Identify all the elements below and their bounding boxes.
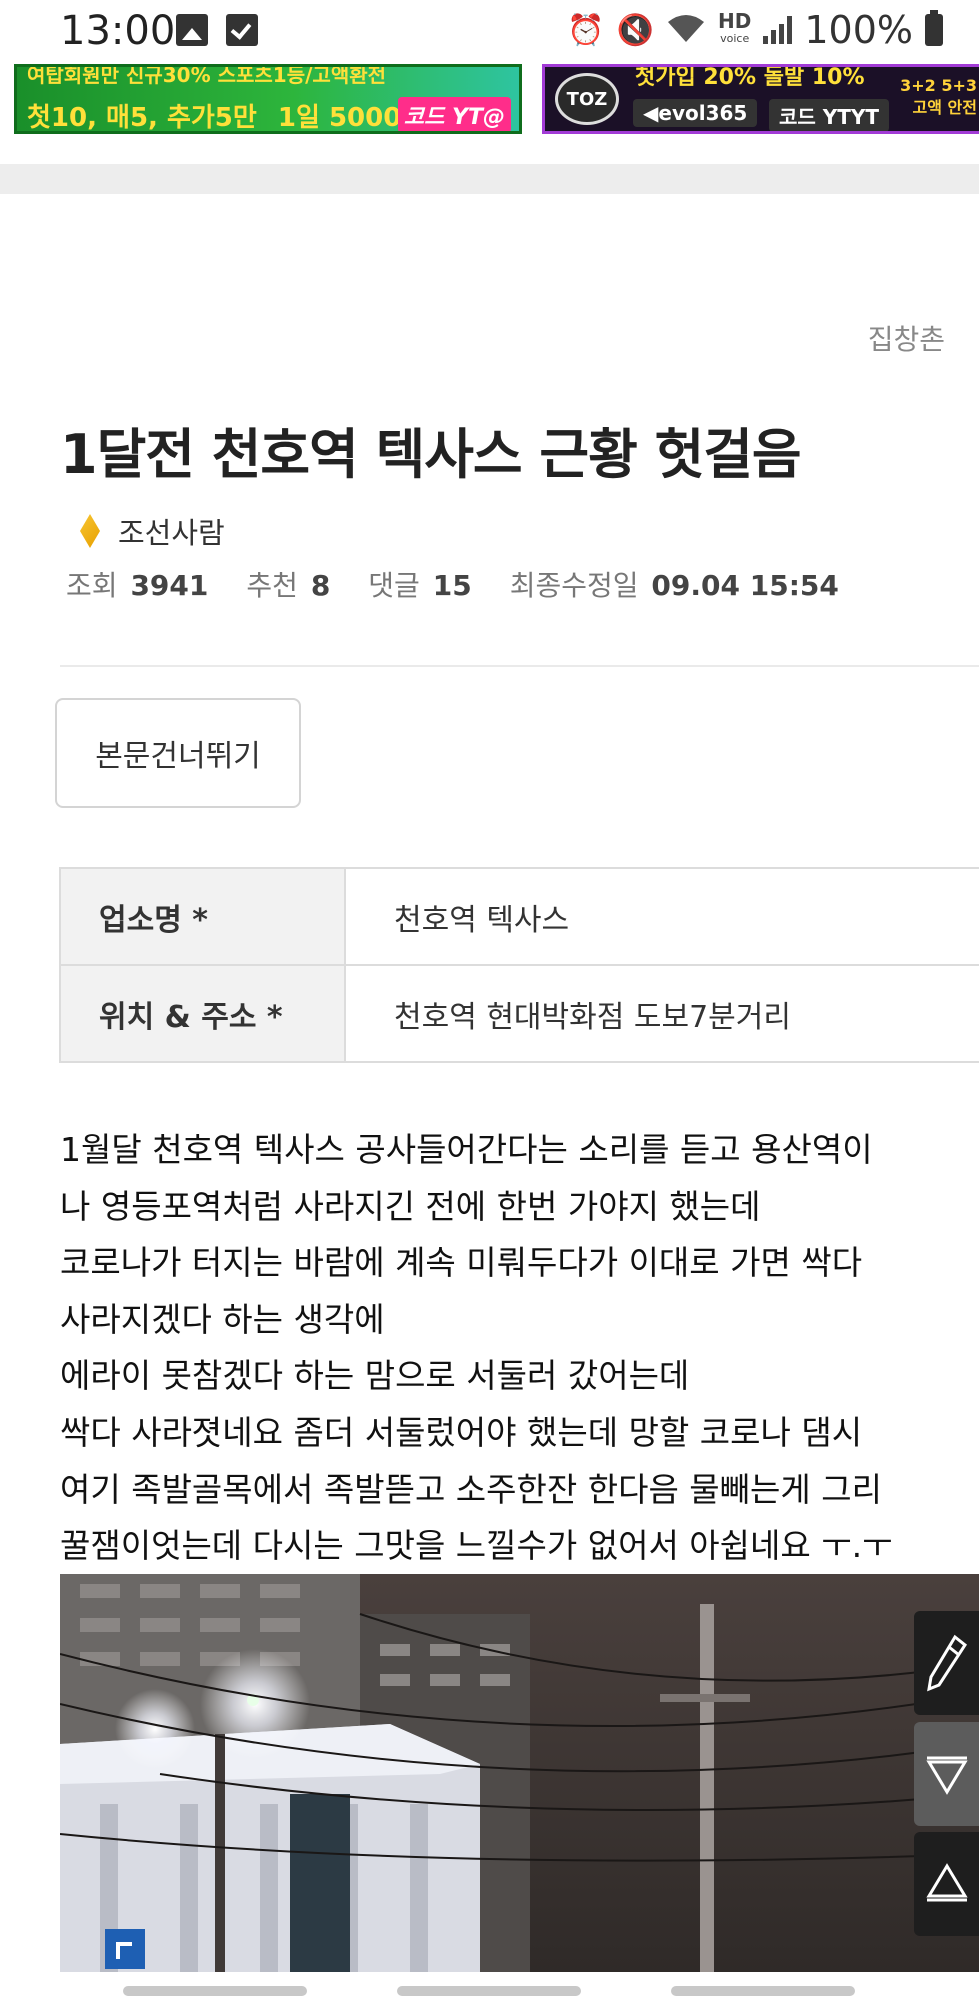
modified-label: 최종수정일 [509,569,639,602]
ad-banner-2-chip-b: 코드 YTYT [769,99,890,131]
ad-banner-2-side: 3+2 5+3 고액 안전 [900,75,977,119]
location-label: 위치 & 주소 * [59,964,346,1063]
alarm-icon: ⏰ [567,12,605,48]
recommend-label: 추천 [246,569,298,602]
post-meta: 조회 3941 추천 8 댓글 15 최종수정일 09.04 15:54 [66,564,839,604]
toz-logo: TOZ [555,73,619,125]
comments-label: 댓글 [368,569,420,602]
views-label: 조회 [66,569,118,602]
table-row: 업소명 * 천호역 텍사스 [59,867,979,966]
shop-info-table: 업소명 * 천호역 텍사스 위치 & 주소 * 천호역 현대박화점 도보7분거리 [59,867,979,1063]
body-line: 여기 족발골목에서 족발뜯고 소주한잔 한다음 물빼는게 그리 [60,1469,882,1509]
modified-stat: 최종수정일 09.04 15:54 [510,564,839,604]
views-count: 3941 [130,569,209,602]
comments-count: 15 [432,569,472,602]
ad-banner-1-top: 여탑회원만 신규30% 스포츠1등/고액환전 [27,64,387,87]
hd-voice-icon: HD voice [718,11,751,48]
shop-name-value: 천호역 텍사스 [344,867,979,966]
modified-date: 09.04 15:54 [651,569,839,602]
comments-stat: 댓글 15 [368,564,471,604]
body-line: 에라이 못참겠다 하는 맘으로 서둘러 갔어는데 [60,1356,690,1396]
scroll-up-button[interactable] [914,1832,979,1936]
ad-banner-2-chip-a: ◀evol365 [633,99,758,127]
header-divider [60,665,979,667]
table-row: 위치 & 주소 * 천호역 현대박화점 도보7분거리 [59,964,979,1063]
nav-home-handle[interactable] [397,1986,581,1996]
scroll-down-button[interactable] [914,1722,979,1826]
section-divider [0,164,979,194]
battery-percent: 100% [804,8,913,52]
location-value: 천호역 현대박화점 도보7분거리 [344,964,979,1063]
ad-banner-1[interactable]: 여탑회원만 신규30% 스포츠1등/고액환전 첫10, 매5, 추가5만 1일 … [14,64,522,134]
image-icon [176,14,208,46]
arrow-up-icon [925,1863,968,1902]
arrow-down-icon [925,1756,968,1795]
body-line: 꿀잼이엇는데 다시는 그맛을 느낄수가 없어서 아쉽네요 ㅜ.ㅜ [60,1526,893,1566]
body-line: 사라지겠다 하는 생각에 [60,1299,385,1339]
body-line: 나 영등포역처럼 사라지긴 전에 한번 가야지 했는데 [60,1186,761,1226]
check-icon [226,14,258,46]
author-name[interactable]: 조선사람 [118,510,225,552]
bottom-navigation-bar [0,1972,979,2013]
post-body: 1월달 천호역 텍사스 공사들어간다는 소리를 듣고 용산역이 나 영등포역처럼… [60,1122,979,1575]
night-street-illustration [60,1574,979,1972]
post-title: 1달전 천호역 텍사스 근황 헛걸음 [60,423,802,486]
wifi-icon [666,12,706,48]
ad-banner-2-top: 첫가입 20% 돌발 10% [635,65,865,90]
shop-name-label: 업소명 * [59,867,346,966]
body-line: 싹다 사라졋네요 좀더 서둘렀어야 했는데 망할 코로나 댐시 [60,1412,863,1452]
ad-banner-2-side-b: 고액 안전 [912,98,977,117]
write-post-button[interactable] [914,1611,979,1715]
post-photo[interactable] [60,1574,979,1972]
ad-banners: 여탑회원만 신규30% 스포츠1등/고액환전 첫10, 매5, 추가5만 1일 … [0,64,979,142]
battery-icon [925,10,943,46]
ad-banner-1-code: 코드 YT@ [397,97,511,131]
recommend-count: 8 [310,569,331,602]
pencil-icon [926,1634,967,1692]
recommend-stat: 추천 8 [246,564,330,604]
ad-banner-2[interactable]: TOZ 첫가입 20% 돌발 10% ◀evol365 코드 YTYT 3+2 … [542,64,979,134]
status-time: 13:00 [60,8,176,54]
nav-back-handle[interactable] [123,1986,307,1996]
voice-label: voice [720,32,750,45]
signal-icon [763,16,793,44]
level-diamond-icon [80,514,100,548]
body-line: 1월달 천호역 텍사스 공사들어간다는 소리를 듣고 용산역이 [60,1130,873,1169]
body-line: 코로나가 터지는 바람에 계속 미뤄두다가 이대로 가면 싹다 [60,1243,863,1283]
nav-recent-handle[interactable] [671,1986,855,1996]
author-info[interactable]: 조선사람 [80,510,225,552]
status-left-icons [176,14,258,46]
skip-to-content-button[interactable]: 본문건너뛰기 [55,698,301,808]
status-right-icons: ⏰ 🔇 HD voice 100% [567,8,943,52]
mute-icon: 🔇 [616,12,655,48]
ad-banner-2-side-a: 3+2 5+3 [900,76,977,95]
ad-banner-1-main-a: 첫10, 매5, 추가5만 [27,103,257,133]
views-stat: 조회 3941 [66,564,208,604]
board-name-link[interactable]: 집창촌 [868,318,945,358]
status-bar: 13:00 ⏰ 🔇 HD voice 100% [0,0,979,64]
